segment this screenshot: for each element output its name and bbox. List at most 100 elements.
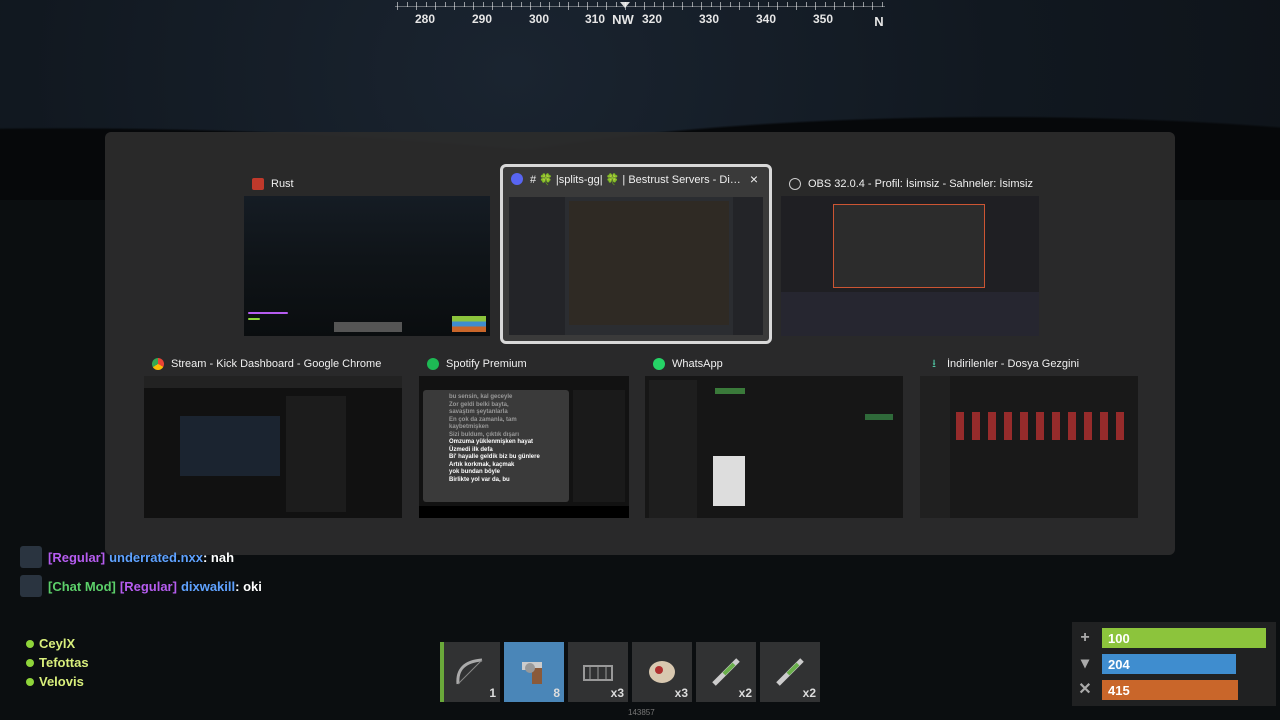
bow-icon <box>456 658 483 685</box>
item-count: x2 <box>802 686 816 700</box>
thumb-docks <box>781 292 1039 336</box>
compass-tick <box>558 2 560 7</box>
thumb-chat <box>248 312 288 314</box>
compass-tick <box>653 2 655 7</box>
team-member: CeylX <box>26 634 89 653</box>
lyric-line: savaştım şeytanlarla <box>449 409 508 415</box>
item-count: x3 <box>674 686 688 700</box>
hotbar-slot[interactable]: x3 <box>632 642 692 702</box>
hotbar-slot[interactable]: x3 <box>568 642 628 702</box>
compass-tick <box>625 2 626 10</box>
window-rust[interactable]: Rust <box>244 172 490 336</box>
hotbar-slot[interactable]: 1 <box>440 642 500 702</box>
compass-tick <box>416 2 417 10</box>
compass-tick <box>520 2 522 7</box>
compass-tick <box>672 2 674 7</box>
build-id: 143857 <box>628 708 655 717</box>
health-value: 100 <box>1108 630 1130 646</box>
compass-tick <box>596 2 598 7</box>
window-header: OBS 32.0.4 - Profil: İsimsiz - Sahneler:… <box>781 172 1039 196</box>
hotbar: 1 8 x3 x3 x2 x2 <box>440 642 820 702</box>
window-whatsapp[interactable]: WhatsApp <box>645 352 903 518</box>
online-dot-icon <box>26 639 34 648</box>
compass-tick <box>644 2 645 10</box>
thumb-bubble <box>715 388 745 394</box>
window-header: Rust <box>244 172 490 196</box>
lyric-line: Sizi buldum, çıktık dışarı <box>449 431 520 438</box>
window-chrome[interactable]: Stream - Kick Dashboard - Google Chrome <box>144 352 402 518</box>
close-icon[interactable]: × <box>748 172 760 186</box>
hotbar-slot[interactable]: 8 <box>504 642 564 702</box>
team-member: Velovis <box>26 672 89 691</box>
compass-tick <box>435 2 436 10</box>
lyric-line: Artık korkmak, kaçmak <box>449 461 515 468</box>
compass-label: 280 <box>414 12 436 26</box>
water-value: 204 <box>1108 656 1130 672</box>
window-title: Spotify Premium <box>446 358 527 370</box>
window-title: Stream - Kick Dashboard - Google Chrome <box>171 358 382 370</box>
window-title: # 🍀 |splits-gg| 🍀 | Bestrust Servers - D… <box>530 173 745 186</box>
compass-tick <box>872 2 873 10</box>
window-header: WhatsApp <box>645 352 903 376</box>
compass-tick <box>397 2 398 10</box>
compass-tick <box>824 2 826 7</box>
window-file-explorer[interactable]: ⭳ İndirilenler - Dosya Gezgini <box>920 352 1138 518</box>
chrome-icon <box>152 358 164 370</box>
compass-tick <box>568 2 569 10</box>
compass-tick <box>834 2 835 10</box>
water-track: 204 <box>1102 654 1266 674</box>
compass-tick <box>615 2 617 7</box>
thumb-player-bar <box>419 506 629 518</box>
window-header: ⭳ İndirilenler - Dosya Gezgini <box>920 352 1138 376</box>
window-header: # 🍀 |splits-gg| 🍀 | Bestrust Servers - D… <box>503 167 769 191</box>
window-thumbnail <box>144 376 402 518</box>
compass-tick <box>720 2 721 10</box>
vitals-panel: + 100 ▾ 204 ✕ 415 <box>1072 622 1276 706</box>
alt-tab-switcher: Rust # 🍀 |splits-gg| 🍀 | Bestrust Server… <box>105 132 1175 555</box>
compass-tick <box>767 2 769 7</box>
compass-tick <box>682 2 683 10</box>
compass-label: 290 <box>471 12 493 26</box>
thumb-bubble <box>865 414 893 420</box>
item-count: x2 <box>738 686 752 700</box>
thumb-hotbar <box>334 322 402 332</box>
window-thumbnail <box>509 197 763 335</box>
health-stat: + 100 <box>1076 626 1272 650</box>
lyric-line: Omzuma yüklenmişken hayat <box>449 439 534 445</box>
compass-label: 350 <box>812 12 834 26</box>
stream-chat-overlay: [Regular] underrated.nxx : nah [Chat Mod… <box>20 544 262 602</box>
compass-tick <box>549 2 550 10</box>
thumb-stream-preview <box>180 416 280 476</box>
compass-label: 320 <box>641 12 663 26</box>
discord-icon <box>511 173 523 185</box>
compass-tick <box>758 2 759 10</box>
thumb-file-icons <box>956 412 1132 440</box>
compass-tick <box>454 2 455 10</box>
compass-tick <box>701 2 702 10</box>
window-spotify[interactable]: Spotify Premium bu sensin, kal geceyle Z… <box>419 352 629 518</box>
lyric-line: Bi' hayalle geldik biz bu günlere <box>449 454 540 460</box>
thumb-chat-list <box>649 380 697 518</box>
team-member: Tefottas <box>26 653 89 672</box>
revolver-icon <box>522 662 542 684</box>
compass-tick <box>777 2 778 10</box>
window-thumbnail <box>645 376 903 518</box>
hotbar-slot[interactable]: x2 <box>696 642 756 702</box>
avatar <box>20 546 42 568</box>
window-title: WhatsApp <box>672 358 723 370</box>
health-cross-icon: + <box>1080 629 1090 646</box>
lyric-line: Üzmedi ilk defa <box>449 446 493 453</box>
compass-tick <box>444 2 446 7</box>
hotbar-slot[interactable]: x2 <box>760 642 820 702</box>
compass-tick <box>691 2 693 7</box>
window-obs[interactable]: OBS 32.0.4 - Profil: İsimsiz - Sahneler:… <box>781 172 1039 336</box>
food-value: 415 <box>1108 682 1130 698</box>
compass-label: 330 <box>698 12 720 26</box>
thumb-tabbar <box>144 376 402 388</box>
compass-tick <box>729 2 731 7</box>
window-discord[interactable]: # 🍀 |splits-gg| 🍀 | Bestrust Servers - D… <box>500 164 772 344</box>
compass-tick <box>796 2 797 10</box>
compass-tick <box>786 2 788 7</box>
compass-tick <box>539 2 541 7</box>
chat-username: dixwakill <box>180 578 236 594</box>
